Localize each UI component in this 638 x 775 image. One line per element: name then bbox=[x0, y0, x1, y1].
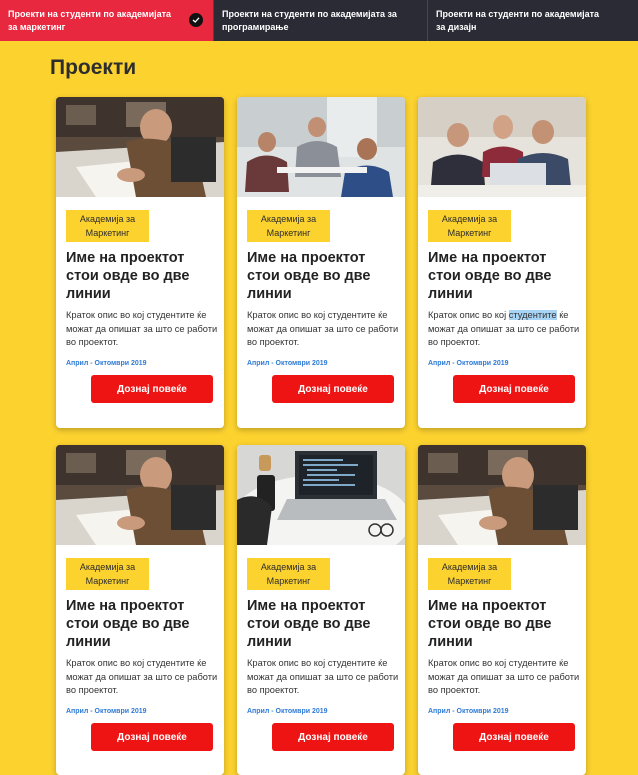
learn-more-button[interactable]: Дознај повеќе bbox=[91, 723, 213, 751]
academy-badge: Академија за Маркетинг bbox=[428, 210, 511, 242]
project-description: Краток опис во кој студентите ќе можат д… bbox=[428, 658, 580, 695]
check-icon bbox=[189, 13, 203, 27]
project-image bbox=[418, 97, 586, 197]
project-card: Академија за Маркетинг Име на проектот с… bbox=[418, 97, 586, 428]
academy-badge: Академија за Маркетинг bbox=[247, 210, 330, 242]
project-title: Име на проектот стои овде во две линии bbox=[247, 598, 371, 650]
project-title: Име на проектот стои овде во две линии bbox=[247, 250, 371, 302]
project-card: Академија за Маркетинг Име на проектот с… bbox=[237, 445, 405, 775]
project-title: Име на проектот стои овде во две линии bbox=[428, 598, 552, 650]
project-date: Април - Октомври 2019 bbox=[428, 360, 509, 367]
project-card: Академија за Маркетинг Име на проектот с… bbox=[56, 97, 224, 428]
tab-marketing[interactable]: Проекти на студенти по академијата за ма… bbox=[0, 0, 213, 41]
academy-badge: Академија за Маркетинг bbox=[66, 210, 149, 242]
tab-label: Проекти на студенти по академијата за ди… bbox=[436, 9, 600, 32]
project-title: Име на проектот стои овде во две линии bbox=[66, 250, 190, 302]
page-title: Проекти bbox=[50, 56, 137, 79]
tab-design[interactable]: Проекти на студенти по академијата за ди… bbox=[427, 0, 638, 41]
project-date: Април - Октомври 2019 bbox=[247, 708, 328, 715]
project-image bbox=[56, 97, 224, 197]
academy-tabs: Проекти на студенти по академијата за ма… bbox=[0, 0, 638, 41]
project-card: Академија за Маркетинг Име на проектот с… bbox=[56, 445, 224, 775]
academy-badge: Академија за Маркетинг bbox=[66, 558, 149, 590]
tab-label: Проекти на студенти по академијата за пр… bbox=[222, 9, 397, 32]
tab-programming[interactable]: Проекти на студенти по академијата за пр… bbox=[213, 0, 427, 41]
project-image bbox=[418, 445, 586, 545]
project-image bbox=[56, 445, 224, 545]
project-description: Краток опис во кој студентите ќе можат д… bbox=[247, 658, 399, 695]
project-card: Академија за Маркетинг Име на проектот с… bbox=[237, 97, 405, 428]
learn-more-button[interactable]: Дознај повеќе bbox=[91, 375, 213, 403]
learn-more-button[interactable]: Дознај повеќе bbox=[453, 375, 575, 403]
project-title: Име на проектот стои овде во две линии bbox=[428, 250, 552, 302]
learn-more-button[interactable]: Дознај повеќе bbox=[272, 375, 394, 403]
project-date: Април - Октомври 2019 bbox=[428, 708, 509, 715]
project-title: Име на проектот стои овде во две линии bbox=[66, 598, 190, 650]
project-card: Академија за Маркетинг Име на проектот с… bbox=[418, 445, 586, 775]
project-description: Краток опис во кој студентите ќе можат д… bbox=[428, 309, 583, 350]
selected-text: студентите bbox=[508, 310, 557, 320]
project-image bbox=[237, 445, 405, 545]
project-date: Април - Октомври 2019 bbox=[66, 360, 147, 367]
learn-more-button[interactable]: Дознај повеќе bbox=[272, 723, 394, 751]
project-image bbox=[237, 97, 405, 197]
tab-label: Проекти на студенти по академијата за ма… bbox=[8, 9, 172, 32]
project-description: Краток опис во кој студентите ќе можат д… bbox=[66, 658, 218, 695]
academy-badge: Академија за Маркетинг bbox=[247, 558, 330, 590]
project-date: Април - Октомври 2019 bbox=[247, 360, 328, 367]
description-text: Краток опис во кој bbox=[428, 310, 507, 320]
academy-badge: Академија за Маркетинг bbox=[428, 558, 511, 590]
project-description: Краток опис во кој студентите ќе можат д… bbox=[66, 310, 218, 347]
learn-more-button[interactable]: Дознај повеќе bbox=[453, 723, 575, 751]
project-date: Април - Октомври 2019 bbox=[66, 708, 147, 715]
project-description: Краток опис во кој студентите ќе можат д… bbox=[247, 310, 399, 347]
